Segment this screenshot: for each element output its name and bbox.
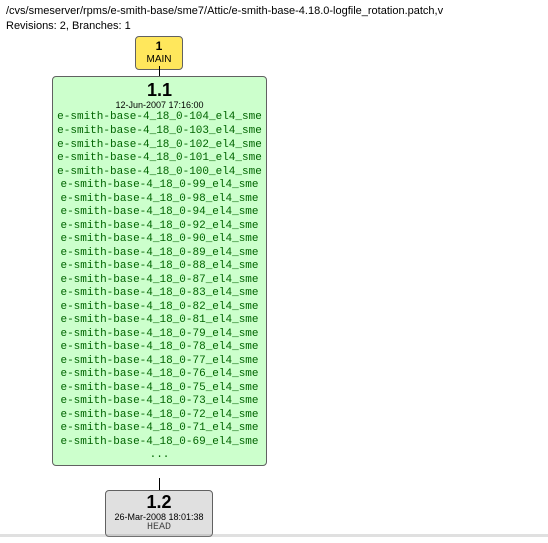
revision-tag: e-smith-base-4_18_0-100_el4_sme bbox=[55, 166, 264, 180]
file-path: /cvs/smeserver/rpms/e-smith-base/sme7/At… bbox=[6, 4, 542, 19]
revision-date: 26-Mar-2008 18:01:38 bbox=[108, 512, 210, 522]
revision-tag: e-smith-base-4_18_0-88_el4_sme bbox=[55, 260, 264, 274]
revision-graph: 1 MAIN 1.1 12-Jun-2007 17:16:00 e-smith-… bbox=[0, 36, 548, 541]
revision-tag: e-smith-base-4_18_0-71_el4_sme bbox=[55, 422, 264, 436]
revision-number: 1.1 bbox=[55, 79, 264, 101]
branch-name: MAIN bbox=[136, 54, 182, 67]
revision-tag: e-smith-base-4_18_0-76_el4_sme bbox=[55, 368, 264, 382]
header: /cvs/smeserver/rpms/e-smith-base/sme7/At… bbox=[0, 0, 548, 36]
connector-line bbox=[159, 66, 160, 76]
revision-tag: e-smith-base-4_18_0-89_el4_sme bbox=[55, 247, 264, 261]
revision-number: 1.2 bbox=[108, 493, 210, 513]
revision-tag: e-smith-base-4_18_0-104_el4_sme bbox=[55, 111, 264, 125]
revisions-summary: Revisions: 2, Branches: 1 bbox=[6, 19, 542, 34]
revision-tags: e-smith-base-4_18_0-104_el4_smee-smith-b… bbox=[55, 111, 264, 449]
revision-tag: e-smith-base-4_18_0-82_el4_sme bbox=[55, 301, 264, 315]
revision-tag: e-smith-base-4_18_0-92_el4_sme bbox=[55, 220, 264, 234]
revision-tag: e-smith-base-4_18_0-69_el4_sme bbox=[55, 436, 264, 450]
revision-node-1.1[interactable]: 1.1 12-Jun-2007 17:16:00 e-smith-base-4_… bbox=[52, 76, 267, 466]
ellipsis: ... bbox=[55, 449, 264, 463]
revision-tag: e-smith-base-4_18_0-79_el4_sme bbox=[55, 328, 264, 342]
revision-tag: e-smith-base-4_18_0-81_el4_sme bbox=[55, 314, 264, 328]
revision-tag: e-smith-base-4_18_0-83_el4_sme bbox=[55, 287, 264, 301]
connector-line bbox=[159, 478, 160, 490]
revision-tag: HEAD bbox=[108, 522, 210, 533]
revision-tag: e-smith-base-4_18_0-103_el4_sme bbox=[55, 125, 264, 139]
revision-tag: e-smith-base-4_18_0-102_el4_sme bbox=[55, 139, 264, 153]
revision-tag: e-smith-base-4_18_0-75_el4_sme bbox=[55, 382, 264, 396]
footer-divider bbox=[0, 534, 548, 537]
revision-tag: e-smith-base-4_18_0-94_el4_sme bbox=[55, 206, 264, 220]
revision-tag: e-smith-base-4_18_0-72_el4_sme bbox=[55, 409, 264, 423]
revision-tag: e-smith-base-4_18_0-87_el4_sme bbox=[55, 274, 264, 288]
revision-tag: e-smith-base-4_18_0-101_el4_sme bbox=[55, 152, 264, 166]
revision-tag: e-smith-base-4_18_0-78_el4_sme bbox=[55, 341, 264, 355]
revision-tag: e-smith-base-4_18_0-77_el4_sme bbox=[55, 355, 264, 369]
revision-tag: e-smith-base-4_18_0-90_el4_sme bbox=[55, 233, 264, 247]
revision-tag: e-smith-base-4_18_0-98_el4_sme bbox=[55, 193, 264, 207]
branch-number: 1 bbox=[136, 39, 182, 54]
revision-date: 12-Jun-2007 17:16:00 bbox=[55, 100, 264, 110]
revision-node-1.2[interactable]: 1.2 26-Mar-2008 18:01:38 HEAD bbox=[105, 490, 213, 538]
revision-tag: e-smith-base-4_18_0-99_el4_sme bbox=[55, 179, 264, 193]
revision-tag: e-smith-base-4_18_0-73_el4_sme bbox=[55, 395, 264, 409]
